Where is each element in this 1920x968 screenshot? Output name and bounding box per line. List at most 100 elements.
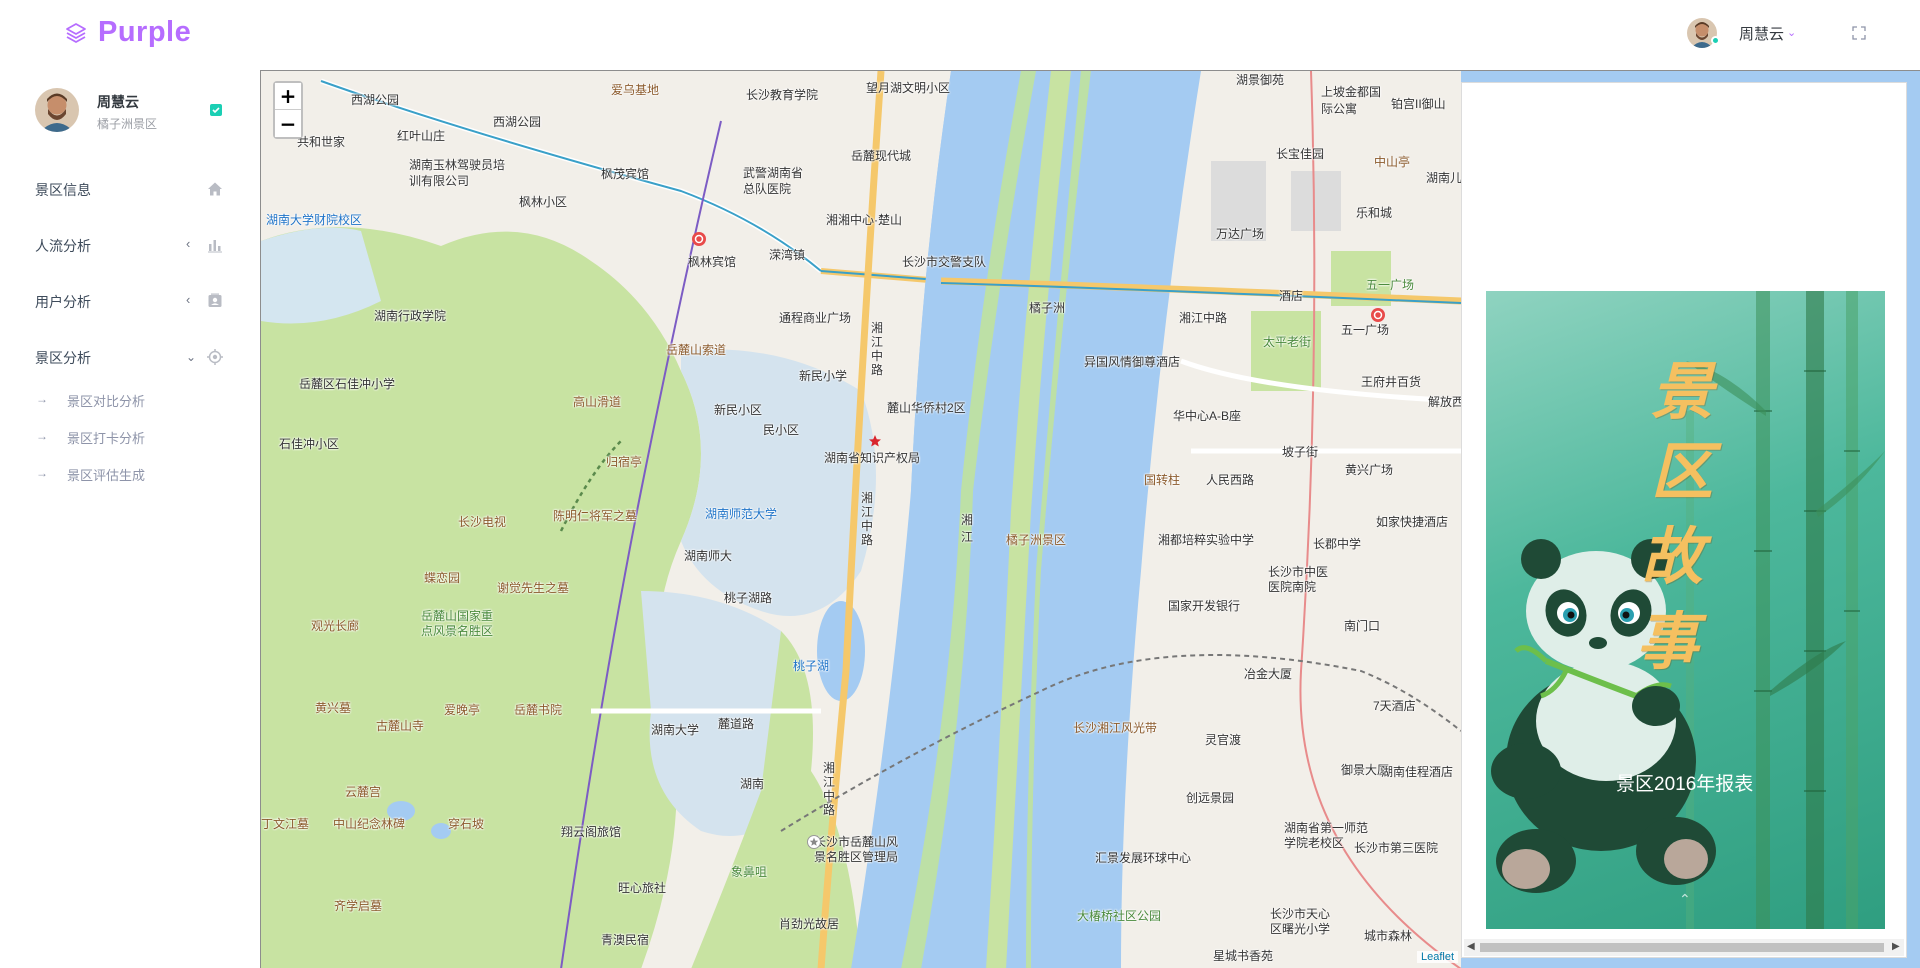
map-label: 枫林小区 <box>519 195 568 209</box>
layers-icon <box>66 22 86 43</box>
sidebar-subitem-checkin[interactable]: → 景区打卡分析 <box>0 419 260 456</box>
report-popup: 景 区 故 事 景区2016年报表 ⌃ ◀ ▶ <box>1461 82 1907 958</box>
map-label: 湖南师范大学 <box>705 507 778 521</box>
map-label: 溁湾镇 <box>769 248 806 262</box>
sidebar-item-scenic-analysis[interactable]: 景区分析 ⌄ <box>0 330 260 386</box>
scenic-report-cover[interactable]: 景 区 故 事 景区2016年报表 ⌃ <box>1486 291 1885 929</box>
arrow-right-icon: → <box>36 429 48 443</box>
map-label: 湖南师大 <box>684 549 733 563</box>
metro-station-icon[interactable] <box>1370 307 1386 323</box>
map-label: 新民小学 <box>799 369 848 383</box>
profile-name: 周慧云 <box>97 94 139 110</box>
map-label: 人民西路 <box>1206 473 1255 487</box>
map-label: 王府井百货 <box>1361 375 1422 389</box>
sidebar: 周慧云 橘子洲景区 景区信息 人流分析 ‹ 用户分析 ‹ 景区分析 ⌄ → 景区… <box>0 70 260 968</box>
chevron-down-icon[interactable]: ⌄ <box>1787 26 1796 39</box>
brand-logo[interactable]: Purple <box>64 16 191 49</box>
map-label: 翔云阁旅馆 <box>561 825 622 839</box>
scroll-left-icon[interactable]: ◀ <box>1467 941 1475 952</box>
map-label: 湘湘中心·楚山 <box>826 213 902 227</box>
map-label: 长沙市岳麓山风景名胜区管理局 <box>814 835 899 864</box>
map-label: 武警湖南省总队医院 <box>743 166 804 196</box>
sidebar-item-crowd-analysis[interactable]: 人流分析 ‹ <box>0 218 260 274</box>
zoom-in-button[interactable]: + <box>275 83 301 110</box>
report-title-char: 故 <box>1641 520 1704 593</box>
map-label: 大椿桥社区公园 <box>1077 909 1162 923</box>
map-label: 国家开发银行 <box>1168 599 1241 613</box>
map-label: 湖南 <box>740 777 765 791</box>
chevron-left-icon: ‹ <box>186 236 191 251</box>
avatar <box>35 88 79 132</box>
map-label: 长郡中学 <box>1313 537 1362 551</box>
sidebar-item-user-analysis[interactable]: 用户分析 ‹ <box>0 274 260 330</box>
map-label: 岳麓区石佳冲小学 <box>299 377 396 391</box>
map-label: 石佳冲小区 <box>279 437 340 451</box>
map-label: 灵官渡 <box>1205 733 1242 747</box>
metro-station-icon[interactable] <box>691 231 707 247</box>
map-label: 湖南行政学院 <box>374 309 447 323</box>
chevron-up-icon[interactable]: ⌃ <box>1679 891 1691 908</box>
map-label: 共和世家 <box>297 135 346 149</box>
map-label: 长宝佳园 <box>1276 147 1325 161</box>
sidebar-profile[interactable]: 周慧云 橘子洲景区 <box>35 88 235 138</box>
map-label: 湘江中路 <box>823 761 836 817</box>
map-label: 湘江中路 <box>1179 311 1228 325</box>
sidebar-subitem-comparison[interactable]: → 景区对比分析 <box>0 382 260 419</box>
map-label: 黄兴墓 <box>315 701 352 715</box>
map-label: 长沙市中医医院南院 <box>1268 565 1329 594</box>
navbar-user-name[interactable]: 周慧云 <box>1739 23 1784 44</box>
fullscreen-icon[interactable] <box>1851 25 1867 41</box>
map-label: 橘子洲景区 <box>1006 533 1067 547</box>
map-label: 红叶山庄 <box>397 129 446 143</box>
map-label: 坡子街 <box>1282 445 1319 459</box>
map-label: 湘江中路 <box>861 491 874 547</box>
map-label: 黄兴广场 <box>1345 463 1394 477</box>
map-label: 异国风情御尊酒店 <box>1084 355 1181 369</box>
map-label: 爱晚亭 <box>444 703 481 717</box>
map-label: 桃子湖 <box>793 659 830 673</box>
brand-name: Purple <box>98 16 192 48</box>
sidebar-item-scenic-info[interactable]: 景区信息 <box>0 162 260 218</box>
map-label: 湘江中路 <box>871 321 884 377</box>
map-label: 太平老街 <box>1263 335 1312 349</box>
map-label: 枫林宾馆 <box>688 255 737 269</box>
scrollbar-thumb[interactable] <box>1480 943 1884 952</box>
map-label: 西湖公园 <box>351 93 400 107</box>
map-label: 岳麓书院 <box>514 703 563 717</box>
map-label: 齐学启墓 <box>334 899 383 913</box>
sidebar-item-label: 景区分析 <box>35 350 91 366</box>
map-label: 橘子洲 <box>1029 301 1066 315</box>
sidebar-subitem-evaluation[interactable]: → 景区评估生成 <box>0 456 260 493</box>
sidebar-subitem-label: 景区对比分析 <box>67 394 146 409</box>
map-label: 高山滑道 <box>573 395 622 409</box>
star-marker-icon[interactable] <box>868 434 882 448</box>
map-label: 民小区 <box>763 423 800 437</box>
map-label: 爱乌基地 <box>611 83 660 97</box>
star-marker-icon[interactable] <box>807 835 821 849</box>
map-attribution[interactable]: Leaflet <box>1417 951 1459 963</box>
map-label: 蝶恋园 <box>424 571 461 585</box>
map-label: 长沙电视 <box>458 515 507 529</box>
map-label: 城市森林 <box>1364 929 1413 943</box>
map-label: 西湖公园 <box>493 115 542 129</box>
bar-chart-icon <box>208 240 222 253</box>
map-label: 国转柱 <box>1144 473 1181 487</box>
map-label: 创远景园 <box>1186 791 1235 805</box>
map-label: 岳麓山国家重点风景名胜区 <box>421 609 494 638</box>
map-label: 五一广场 <box>1366 278 1415 292</box>
map-label: 谢觉先生之墓 <box>497 581 570 595</box>
sidebar-item-label: 人流分析 <box>35 238 91 254</box>
report-title-char: 景 <box>1651 355 1714 428</box>
map-label: 观光长廊 <box>311 619 360 633</box>
arrow-right-icon: → <box>36 466 48 480</box>
crosshairs-gps-icon <box>207 349 223 365</box>
map-label: 华中心A-B座 <box>1173 409 1242 423</box>
zoom-out-button[interactable]: − <box>275 110 301 137</box>
map-label: 丁文江墓 <box>261 817 310 831</box>
contacts-icon <box>208 293 222 307</box>
map-label: 冶金大厦 <box>1244 667 1293 681</box>
horizontal-scrollbar[interactable]: ◀ ▶ <box>1464 939 1904 956</box>
scroll-right-icon[interactable]: ▶ <box>1892 941 1900 952</box>
map-label: 象鼻咀 <box>731 865 768 879</box>
map-label: 岳麓山索道 <box>666 343 727 357</box>
